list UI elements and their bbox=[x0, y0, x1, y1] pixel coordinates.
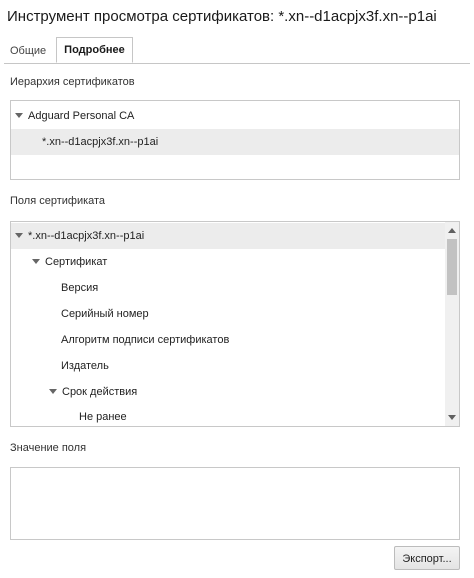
expand-triangle-icon[interactable] bbox=[15, 232, 23, 238]
field-item-version[interactable]: Версия bbox=[61, 275, 98, 301]
tab-general[interactable]: Общие bbox=[4, 40, 52, 63]
scroll-down-arrow-icon[interactable] bbox=[448, 415, 456, 420]
field-item-label: Срок действия bbox=[62, 386, 138, 398]
field-item-certificate[interactable]: Сертификат bbox=[32, 249, 107, 275]
hierarchy-tree[interactable]: Adguard Personal CA *.xn--d1acpjx3f.xn--… bbox=[10, 100, 460, 180]
field-item-validity[interactable]: Срок действия bbox=[49, 379, 137, 405]
hierarchy-label: Иерархия сертификатов bbox=[10, 76, 135, 88]
expand-triangle-icon[interactable] bbox=[49, 388, 57, 394]
tab-bar: Общие Подробнее bbox=[4, 37, 133, 63]
fields-scrollbar[interactable] bbox=[445, 222, 459, 426]
scroll-thumb[interactable] bbox=[447, 239, 457, 295]
field-value-label: Значение поля bbox=[10, 442, 87, 454]
hierarchy-item-label: *.xn--d1acpjx3f.xn--p1ai bbox=[42, 136, 159, 148]
expand-triangle-icon[interactable] bbox=[32, 258, 40, 264]
tab-details[interactable]: Подробнее bbox=[56, 37, 133, 63]
fields-tree[interactable]: *.xn--d1acpjx3f.xn--p1ai Сертификат Верс… bbox=[10, 221, 460, 427]
field-item-serial-number[interactable]: Серийный номер bbox=[61, 301, 149, 327]
tab-divider bbox=[4, 63, 470, 64]
field-item-not-before[interactable]: Не ранее bbox=[79, 404, 127, 426]
field-item-label: *.xn--d1acpjx3f.xn--p1ai bbox=[28, 230, 145, 242]
window-title: Инструмент просмотра сертификатов: *.xn-… bbox=[7, 8, 437, 25]
field-item-signature-algorithm[interactable]: Алгоритм подписи сертификатов bbox=[61, 327, 229, 353]
field-item-issuer[interactable]: Издатель bbox=[61, 353, 109, 379]
certificate-viewer-window: Инструмент просмотра сертификатов: *.xn-… bbox=[0, 0, 474, 578]
field-item-root[interactable]: *.xn--d1acpjx3f.xn--p1ai bbox=[11, 223, 445, 249]
field-value-box[interactable] bbox=[10, 467, 460, 540]
export-button[interactable]: Экспорт... bbox=[394, 546, 460, 570]
fields-label: Поля сертификата bbox=[10, 195, 106, 207]
field-item-label: Сертификат bbox=[45, 256, 108, 268]
expand-triangle-icon[interactable] bbox=[15, 112, 23, 118]
hierarchy-item-site[interactable]: *.xn--d1acpjx3f.xn--p1ai bbox=[11, 129, 459, 155]
scroll-up-arrow-icon[interactable] bbox=[448, 228, 456, 233]
field-value-text bbox=[11, 468, 459, 476]
hierarchy-item-ca[interactable]: Adguard Personal CA bbox=[11, 103, 459, 129]
hierarchy-item-label: Adguard Personal CA bbox=[28, 110, 135, 122]
